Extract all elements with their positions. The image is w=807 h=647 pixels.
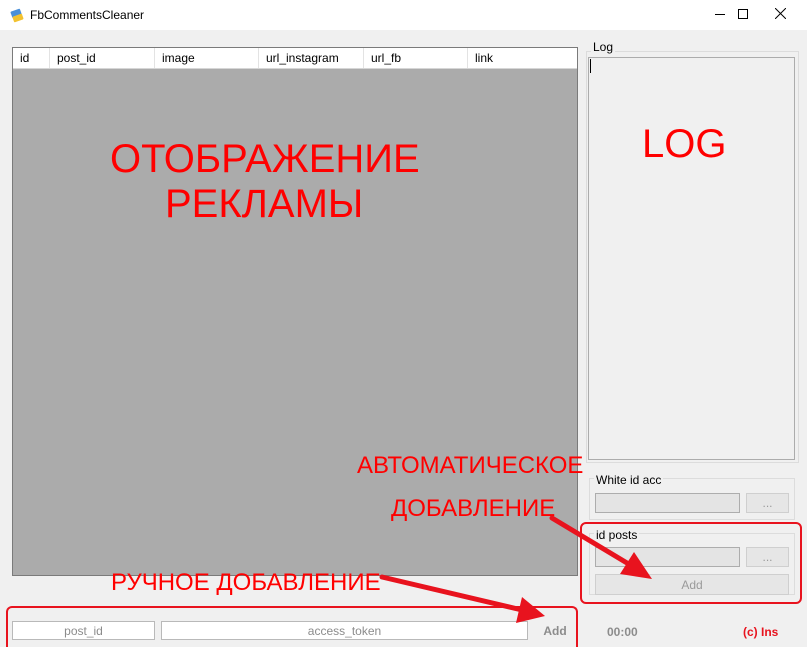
- manual-arrow-icon: [379, 574, 545, 623]
- auto-arrow-icon: [549, 515, 652, 579]
- annotation-arrows: [379, 515, 652, 623]
